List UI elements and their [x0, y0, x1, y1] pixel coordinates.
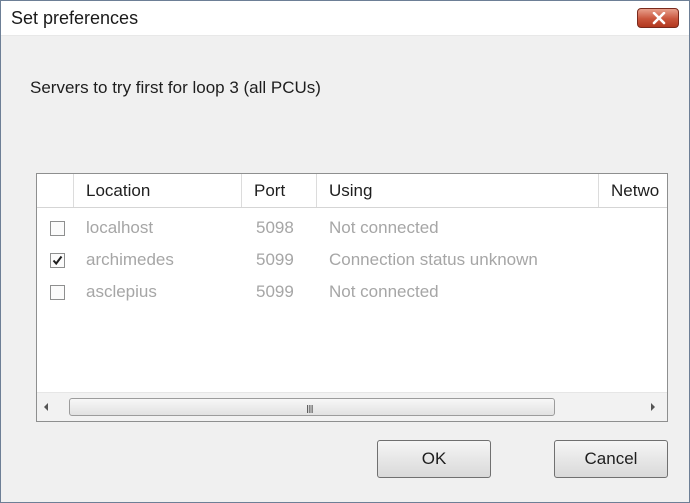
- column-header-network[interactable]: Netwo: [599, 174, 667, 207]
- close-button[interactable]: [637, 8, 679, 28]
- status-cell: Not connected: [329, 282, 439, 301]
- dialog-window: Set preferences Servers to try first for…: [0, 0, 690, 503]
- table-row[interactable]: archimedes 5099 Connection status unknow…: [37, 248, 667, 274]
- cancel-button[interactable]: Cancel: [554, 440, 668, 478]
- server-list[interactable]: Location Port Using Netwo localhost 5098…: [36, 173, 668, 422]
- status-cell: Connection status unknown: [329, 250, 538, 269]
- location-cell: asclepius: [86, 282, 157, 301]
- column-header-check[interactable]: [37, 174, 74, 207]
- port-cell: 5098: [256, 218, 294, 237]
- status-cell: Not connected: [329, 218, 439, 237]
- row-checkbox[interactable]: [50, 221, 65, 236]
- horizontal-scrollbar[interactable]: III: [37, 392, 667, 421]
- scroll-left-arrow-icon[interactable]: [42, 402, 50, 412]
- port-cell: 5099: [256, 250, 294, 269]
- row-checkbox[interactable]: [50, 253, 65, 268]
- table-row[interactable]: asclepius 5099 Not connected: [37, 280, 667, 306]
- column-header-location[interactable]: Location: [74, 174, 242, 207]
- thumb-grip: III: [306, 403, 314, 416]
- title-bar[interactable]: Set preferences: [1, 1, 689, 36]
- location-cell: archimedes: [86, 250, 174, 269]
- port-cell: 5099: [256, 282, 294, 301]
- list-header: Location Port Using Netwo: [37, 174, 667, 208]
- column-header-using[interactable]: Using: [317, 174, 599, 207]
- instruction-label: Servers to try first for loop 3 (all PCU…: [30, 78, 321, 97]
- table-row[interactable]: localhost 5098 Not connected: [37, 216, 667, 242]
- ok-button[interactable]: OK: [377, 440, 491, 478]
- scroll-right-arrow-icon[interactable]: [649, 402, 657, 412]
- location-cell: localhost: [86, 218, 154, 237]
- scrollbar-thumb[interactable]: III: [69, 398, 555, 416]
- close-icon: [652, 12, 666, 25]
- checkmark-icon: [52, 255, 63, 266]
- row-checkbox[interactable]: [50, 285, 65, 300]
- window-title: Set preferences: [11, 8, 139, 28]
- column-header-port[interactable]: Port: [242, 174, 317, 207]
